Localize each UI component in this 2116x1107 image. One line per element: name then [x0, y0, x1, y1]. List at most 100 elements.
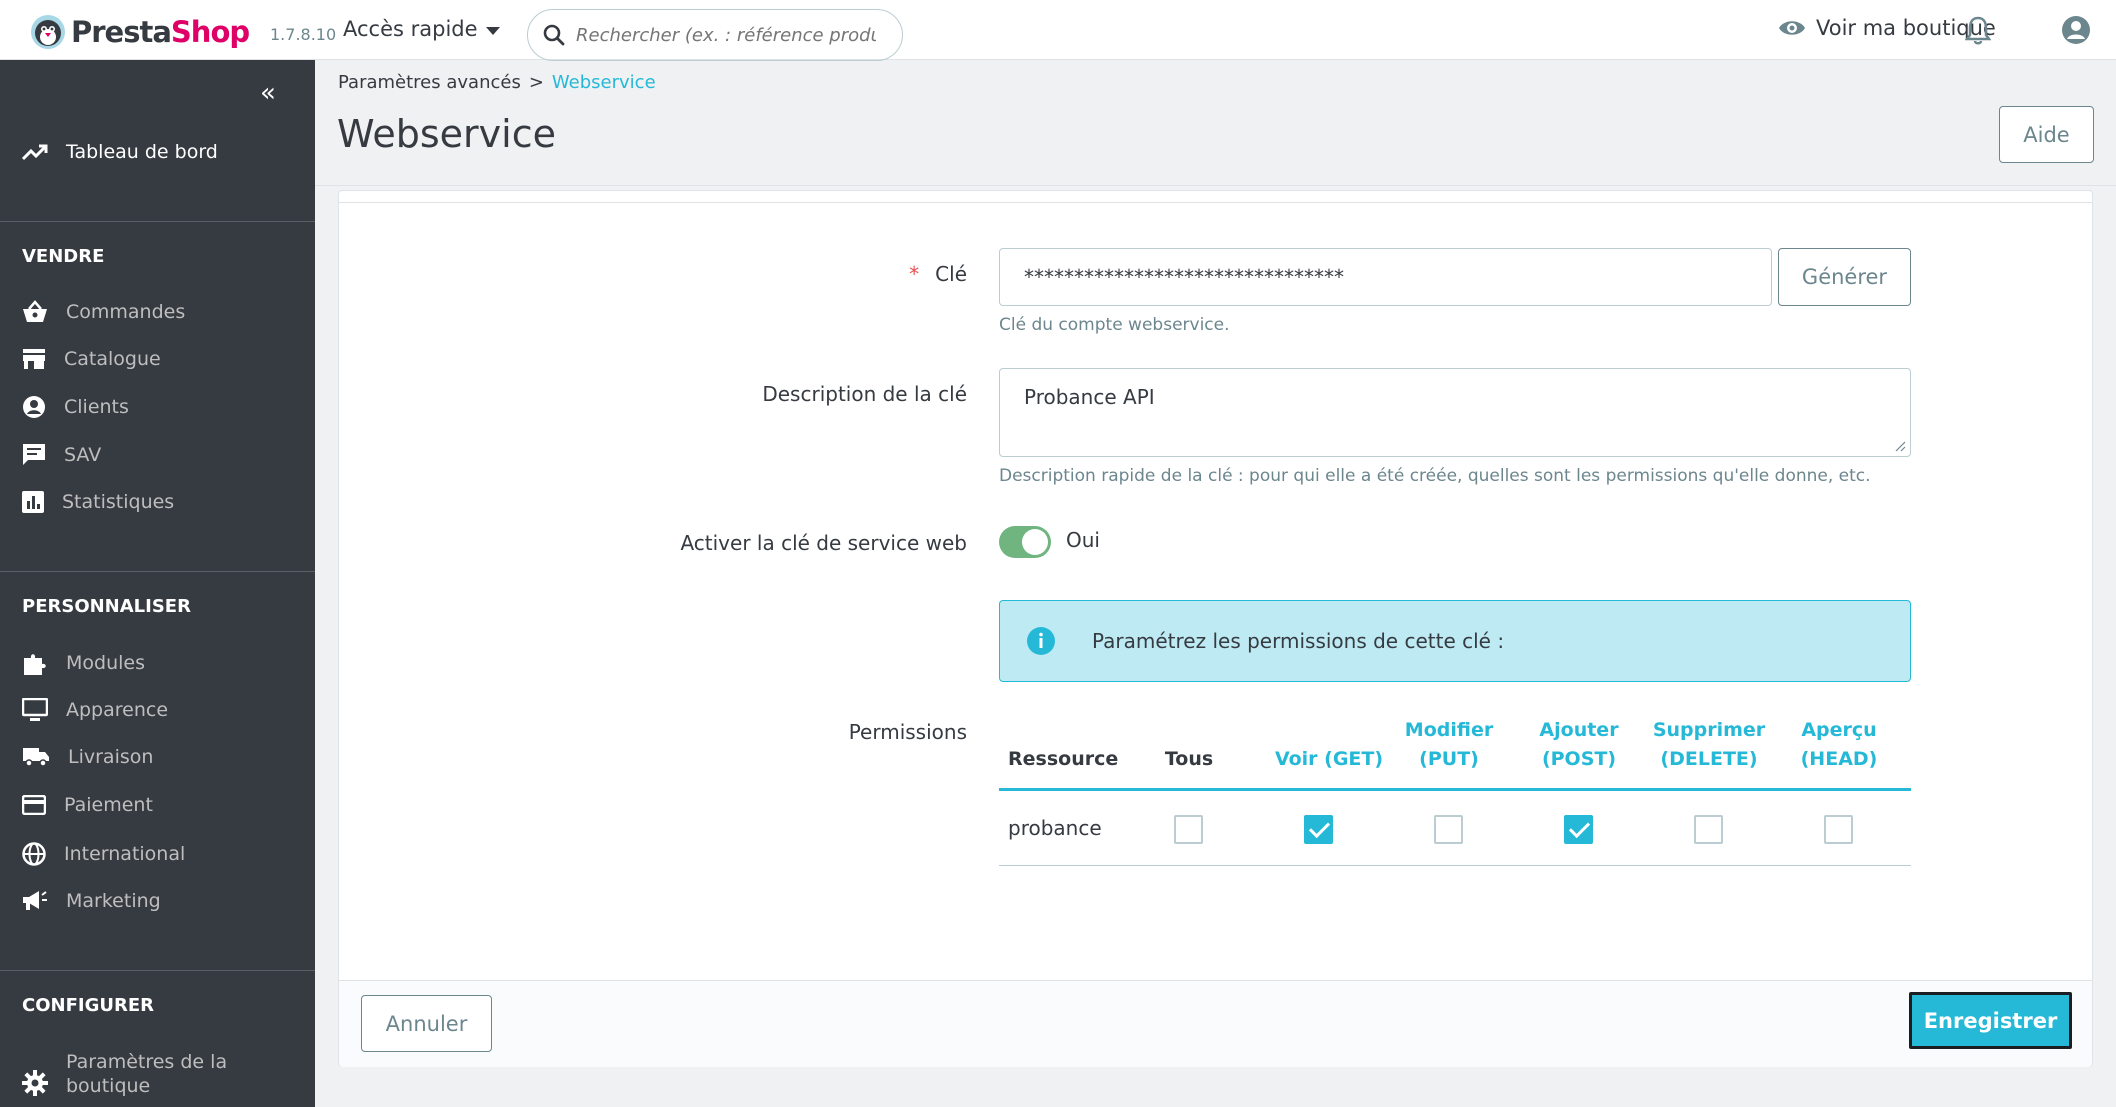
- sidebar-item-label: Marketing: [66, 890, 161, 912]
- page-title: Webservice: [337, 112, 556, 156]
- alert-text: Paramétrez les permissions de cette clé …: [1092, 629, 1505, 653]
- checkbox-all[interactable]: [1174, 815, 1203, 844]
- resize-handle-icon[interactable]: [1894, 440, 1906, 452]
- bell-icon[interactable]: [1965, 15, 1991, 45]
- sidebar-item-shipping[interactable]: Livraison: [22, 746, 153, 768]
- sidebar-item-marketing[interactable]: Marketing: [22, 890, 161, 912]
- help-button[interactable]: Aide: [1999, 106, 2094, 163]
- sidebar-item-orders[interactable]: Commandes: [22, 300, 185, 324]
- sidebar-item-label: Paiement: [64, 794, 153, 816]
- sidebar-item-international[interactable]: International: [22, 842, 185, 866]
- header-delete[interactable]: Supprimer (DELETE): [1649, 716, 1769, 774]
- header-head[interactable]: Aperçu (HEAD): [1794, 716, 1884, 774]
- eye-icon: [1779, 21, 1805, 35]
- checkbox-head[interactable]: [1824, 815, 1853, 844]
- top-header: PrestaShop 1.7.8.10 Accès rapide Voir ma…: [0, 0, 2116, 61]
- breadcrumb-parent[interactable]: Paramètres avancés: [338, 72, 521, 93]
- view-shop-link[interactable]: Voir ma boutique: [1778, 16, 1996, 40]
- chat-icon: [23, 444, 45, 465]
- sidebar-item-shop-settings[interactable]: Paramètres de la boutique: [22, 1050, 227, 1098]
- header-all: Tous: [1164, 748, 1214, 770]
- search-input[interactable]: [576, 24, 876, 46]
- user-account-icon[interactable]: [2061, 15, 2091, 45]
- key-input[interactable]: [999, 248, 1772, 306]
- header-get[interactable]: Voir (GET): [1264, 745, 1394, 774]
- globe-icon: [22, 842, 46, 866]
- collapse-sidebar-icon[interactable]: «: [260, 78, 276, 108]
- checkbox-put[interactable]: [1434, 815, 1463, 844]
- breadcrumb-current[interactable]: Webservice: [552, 72, 656, 93]
- enable-label: Activer la clé de service web: [680, 531, 967, 555]
- enable-toggle[interactable]: [999, 526, 1051, 558]
- header-resource: Ressource: [1008, 748, 1119, 770]
- description-value: Probance API: [1024, 385, 1155, 409]
- sidebar-item-customers[interactable]: Clients: [22, 395, 129, 419]
- sidebar-item-label: Paramètres de la boutique: [66, 1051, 228, 1097]
- caret-down-icon: [485, 26, 500, 35]
- form-footer: Annuler Enregistrer: [339, 980, 2092, 1067]
- webservice-form-card: *Clé Générer Clé du compte webservice. D…: [338, 190, 2093, 1067]
- permissions-info-alert: Paramétrez les permissions de cette clé …: [999, 600, 1911, 682]
- sidebar-item-label: Statistiques: [62, 491, 175, 513]
- permissions-label: Permissions: [848, 720, 967, 744]
- section-configure: CONFIGURER: [22, 995, 154, 1016]
- sidebar-item-label: Commandes: [66, 301, 186, 323]
- quick-access-dropdown[interactable]: Accès rapide: [343, 17, 500, 41]
- stats-icon: [22, 491, 44, 513]
- key-label: * Clé: [909, 262, 967, 286]
- sidebar-item-label: Apparence: [66, 699, 169, 721]
- gear-icon: [22, 1070, 48, 1096]
- info-icon: [1027, 627, 1055, 655]
- checkbox-get[interactable]: [1304, 815, 1333, 844]
- table-header-underline: [999, 788, 1911, 791]
- card-icon: [22, 795, 46, 815]
- sidebar-item-sav[interactable]: SAV: [22, 443, 101, 467]
- logo-text: PrestaShop: [71, 15, 250, 49]
- header-divider: [315, 185, 2116, 186]
- sidebar-item-appearance[interactable]: Apparence: [22, 698, 168, 722]
- sidebar-item-label: Clients: [64, 396, 129, 418]
- search-icon: [543, 24, 565, 46]
- sidebar-item-label: Livraison: [68, 746, 154, 768]
- card-top-border: [339, 191, 2092, 203]
- description-label: Description de la clé: [762, 382, 967, 406]
- save-button[interactable]: Enregistrer: [1909, 992, 2072, 1049]
- table-row-divider: [999, 865, 1911, 866]
- store-icon: [23, 349, 45, 369]
- sidebar-item-label: SAV: [64, 444, 102, 466]
- search-box[interactable]: [527, 9, 903, 61]
- megaphone-icon: [23, 891, 47, 910]
- sidebar-item-catalog[interactable]: Catalogue: [22, 348, 161, 370]
- description-help-text: Description rapide de la clé : pour qui …: [999, 466, 1871, 486]
- sidebar-divider: [0, 970, 315, 971]
- required-mark: *: [909, 262, 920, 286]
- sidebar-item-label: Catalogue: [64, 348, 161, 370]
- basket-icon: [23, 300, 47, 322]
- sidebar-item-payment[interactable]: Paiement: [22, 794, 153, 816]
- trending-up-icon: [22, 144, 48, 161]
- resource-name: probance: [1008, 816, 1102, 840]
- user-circle-icon: [23, 396, 45, 418]
- sidebar-item-dashboard[interactable]: Tableau de bord: [22, 141, 218, 163]
- puzzle-icon: [24, 654, 46, 675]
- sidebar: « Tableau de bord VENDRE Commandes Catal…: [0, 60, 315, 1107]
- sidebar-item-modules[interactable]: Modules: [22, 650, 145, 676]
- version-label: 1.7.8.10: [270, 25, 337, 44]
- generate-key-button[interactable]: Générer: [1778, 248, 1911, 306]
- sidebar-item-stats[interactable]: Statistiques: [22, 491, 174, 513]
- header-put[interactable]: Modifier (PUT): [1399, 716, 1499, 774]
- quick-access-label: Accès rapide: [343, 17, 478, 41]
- cancel-button[interactable]: Annuler: [361, 995, 492, 1052]
- puffin-logo-icon: [31, 15, 65, 49]
- prestashop-logo[interactable]: PrestaShop: [30, 14, 250, 50]
- checkbox-delete[interactable]: [1694, 815, 1723, 844]
- breadcrumb: Paramètres avancés > Webservice: [338, 72, 656, 93]
- checkbox-post[interactable]: [1564, 815, 1593, 844]
- truck-icon: [23, 748, 49, 767]
- section-customize: PERSONNALISER: [22, 596, 191, 617]
- description-textarea[interactable]: Probance API: [999, 368, 1911, 457]
- sidebar-item-label: Tableau de bord: [66, 141, 218, 163]
- section-sell: VENDRE: [22, 246, 105, 267]
- header-post[interactable]: Ajouter (POST): [1529, 716, 1629, 774]
- sidebar-divider: [0, 221, 315, 222]
